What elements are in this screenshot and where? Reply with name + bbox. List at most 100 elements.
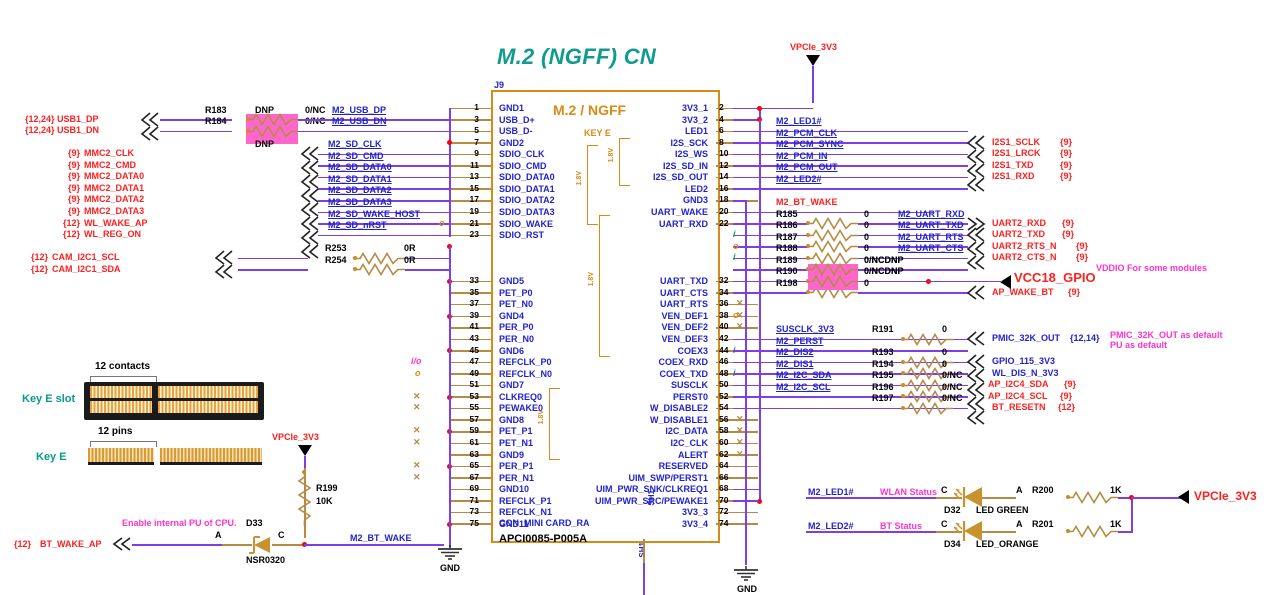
junction-3v3-1 [756,105,762,111]
diode-ref-d33: D33 [246,518,263,528]
power-label-vpcie-3v3-top: VPCIe_3V3 [790,42,838,52]
note-vddio: VDDIO For some modules [1096,262,1208,273]
pin-dot [901,405,905,410]
wire-sdio-7 [318,234,449,237]
pin-marker-output: o [439,217,445,228]
pin-number-left: 75 [469,517,479,528]
pin-dot [901,382,905,387]
net-label-m2-uart-cts: M2_UART_CTS [898,243,964,254]
voltage-bracket-i2c-label: 1.8V [538,410,545,425]
connector-key-label: KEY E [584,128,611,138]
voltage-bracket-i2s-label: 1.8V [608,148,615,163]
pin-name-right: LED1 [684,126,708,137]
net-label-m2-i2c-scl: M2_I2C_SCL [776,381,831,392]
net-label-m2-sd-1: M2_SD_CMD [328,150,384,161]
voltage-bracket-sdio-label: 1.8V [576,171,583,186]
pin-number-left: 35 [469,286,479,297]
pin-dot [901,336,905,341]
pin-name-left: GND11 [499,518,529,529]
net-label-mmc-2: MMC2_DATA0 [84,171,145,182]
shield-label-1: SH1 [647,490,656,506]
keye-slot-contacts-top-left [90,386,152,398]
pin-number-left: 53 [469,390,479,401]
net-label-m2-sd-4: M2_SD_DATA2 [328,185,392,196]
pin-name-left: GND4 [499,310,525,321]
net-sheet-ref-mmc-5: {9} [67,205,80,216]
shield-net-wire [643,563,645,595]
net-label-m2-sd-5: M2_SD_DATA3 [328,196,392,207]
net-label-m2-perst: M2_PERST [776,335,824,346]
net-label-susclk-3v3: SUSCLK_3V3 [776,324,835,334]
pin-marker-o-55: o [415,367,421,378]
gnd-bus-right [745,200,747,565]
resistor-ref-r184: R184 [205,116,227,127]
resistor-ref-r193: R193 [872,347,894,358]
net-label-uart2-cts: UART2_CTS_N [992,252,1057,263]
net-label-uart2-rts: UART2_RTS_N [992,240,1057,251]
pin-name-left: PET_P1 [499,426,533,437]
pin-name-left: GND8 [499,414,525,425]
net-label-ap-i2c4-scl: AP_I2C4_SCL [988,390,1048,401]
resistor-ref-r185: R185 [776,208,798,219]
pin-name-left: PER_N0 [499,334,535,344]
power-label-vpcie-3v3-led: VPCIe_3V3 [1194,489,1257,503]
pin-name-right: I2S_SD_OUT [652,172,708,183]
pin-name-left: PET_N1 [499,437,534,448]
pin-number-right: 66 [719,471,729,482]
keye-pins-label: 12 pins [98,426,133,437]
net-label-m2-pcm-sync: M2_PCM_SYNC [776,139,844,150]
offpage-mmc-bus [300,146,322,265]
pin-number-left: 63 [469,448,479,459]
led-anode-label-1: A [1016,519,1023,529]
resistor-ref-r190: R190 [776,266,798,277]
power-arrow-top [806,55,820,66]
pin-name-right: W_DISABLE1 [649,414,708,425]
pin-number-left: 57 [469,413,479,424]
wire-vpcie-bl [304,456,306,468]
pin-marker-o-right-1: o [733,309,739,320]
net-label-m2-dis2: M2_DIS2 [776,347,814,358]
no-connect-marker-1: ✕ [413,402,421,413]
net-label-mmc-0: MMC2_CLK [84,148,135,159]
resistor-val-r196: 0/NC [942,381,963,392]
power-label-vcc18-gpio: VCC18_GPIO [1014,270,1096,286]
keye-slot-contacts-bot-left [90,401,152,413]
net-sheet-ref-cam-1: {12} [30,263,48,274]
ground-label-right: GND [737,584,757,595]
pin-name-right: I2S_WS [674,149,708,160]
led-status-label-1: BT Status [880,521,923,531]
led-cathode-label-1: C [941,519,948,529]
resistor-val-r198: 0 [864,277,870,288]
net-label-ap-wake-bt: AP_WAKE_BT [992,286,1054,297]
pin-name-left: PER_P0 [499,322,534,333]
voltage-bracket-sdio [587,145,598,225]
resistor-ref-r194: R194 [872,358,894,369]
pin-number-left: 55 [469,402,479,413]
wire-bt-wake-b [304,544,444,546]
offpage-i2s-bus [966,135,988,198]
diode-cathode-label: C [278,530,285,540]
offpage-bt-wake-ap [112,537,134,556]
pin-number-right: 72 [719,506,729,517]
wire-vcc18 [928,280,1002,283]
net-sheet-i2s-0: {9} [1060,136,1073,147]
keye-slot-label: Key E slot [22,393,76,405]
net-label-m2-usb-dn: M2_USB_DN [332,116,387,127]
pin-name-left: GND9 [499,449,525,460]
net-label-uart2-txd: UART2_TXD [992,229,1046,240]
net-label-gpio-115: GPIO_115_3V3 [992,356,1056,367]
dnp-note-bottom: DNP [255,138,275,149]
net-label-i2s-1: I2S1_LRCK [992,148,1041,159]
net-sheet-uart2-rts: {9} [1076,240,1089,251]
pin-name-right: UART_RXD [658,218,708,229]
pin-name-right: SUSCLK [670,380,708,391]
pin-name-left: GND10 [499,484,530,495]
pin-number-left: 33 [469,275,479,286]
wire-led-rail [1131,497,1133,533]
pin-name-right: COEX_TXD [659,368,708,379]
resistor-val-r191: 0 [942,324,948,334]
pin-marker-i-0: i [733,229,736,240]
keye-pins-left [88,448,154,465]
no-connect-right-2: ✕ [736,321,744,332]
pin-marker-io: i/o [411,356,422,367]
